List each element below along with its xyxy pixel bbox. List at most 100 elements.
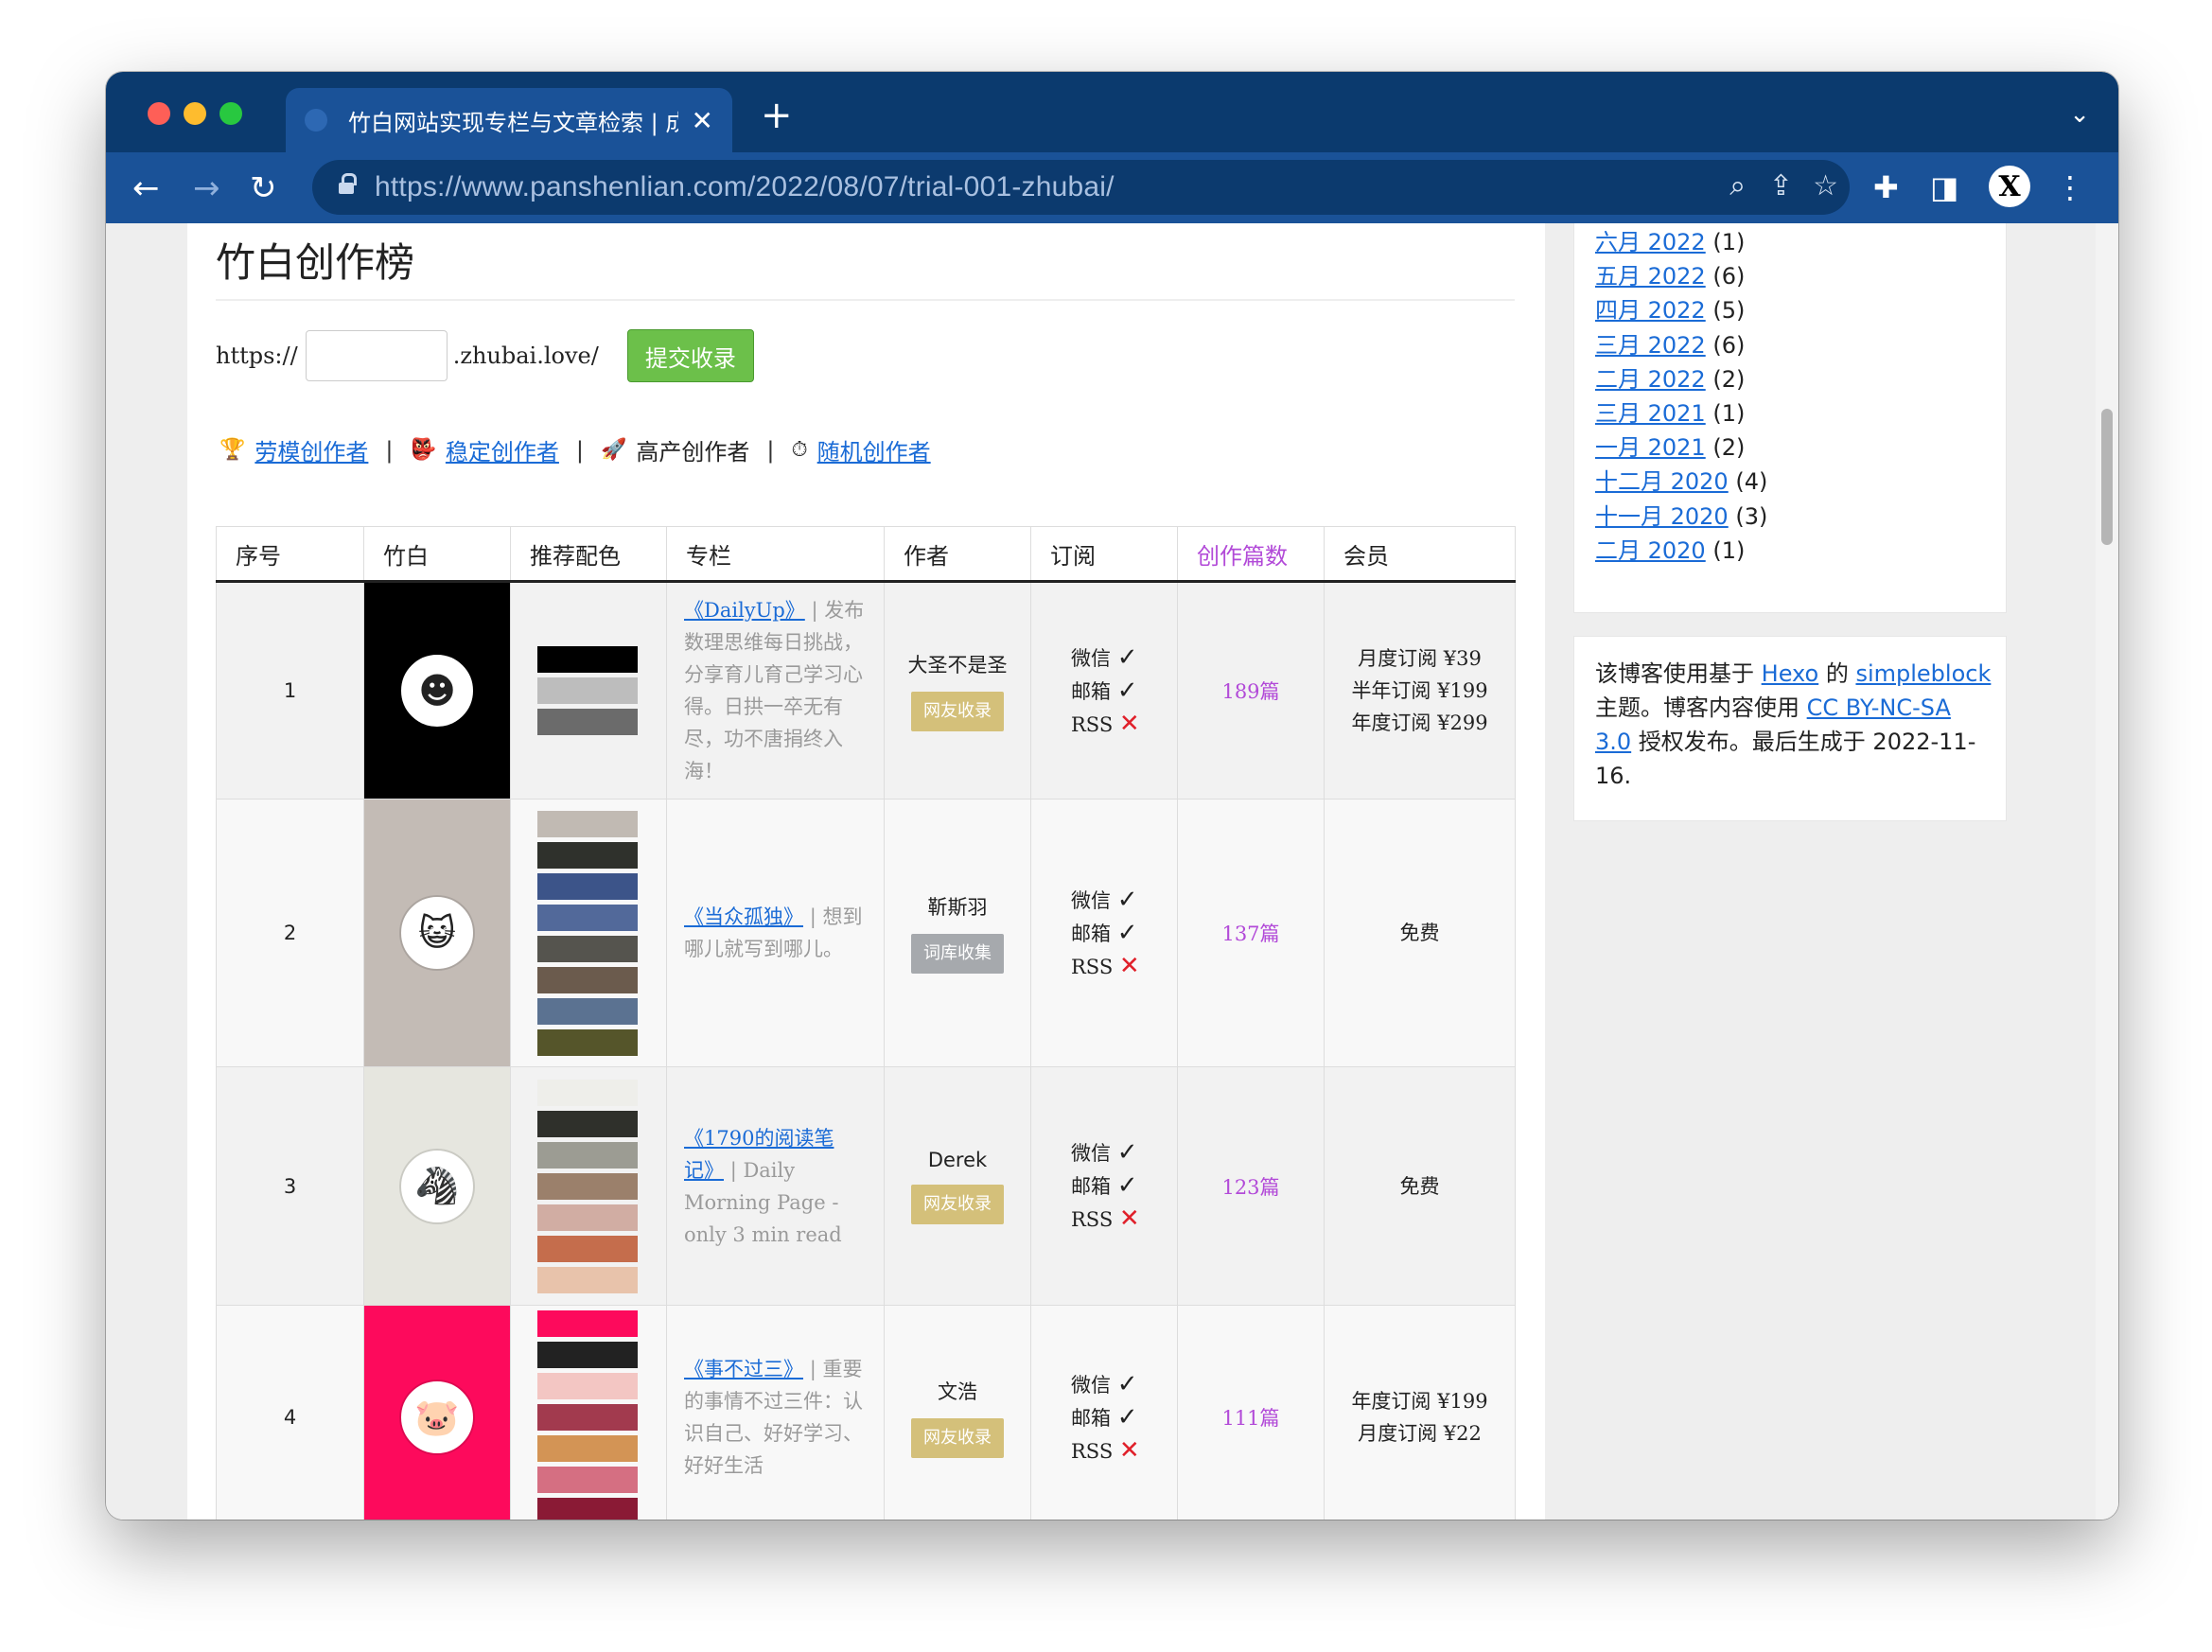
archive-link[interactable]: 四月 2022 bbox=[1595, 297, 1706, 324]
header-index[interactable]: 序号 bbox=[216, 526, 364, 583]
membership-cell: 年度订阅 ¥199 月度订阅 ¥22 bbox=[1324, 1305, 1516, 1520]
address-bar[interactable]: https://www.panshenlian.com/2022/08/07/t… bbox=[312, 160, 1850, 215]
header-subscribe[interactable]: 订阅 bbox=[1030, 526, 1178, 583]
submit-button[interactable]: 提交收录 bbox=[626, 329, 754, 382]
check-icon: ✓ bbox=[1116, 885, 1138, 914]
hexo-link[interactable]: Hexo bbox=[1762, 660, 1819, 687]
header-post-count[interactable]: 创作篇数 bbox=[1177, 526, 1325, 583]
stopwatch-icon: ⏱ bbox=[791, 438, 808, 462]
check-icon: ✓ bbox=[1116, 1138, 1138, 1167]
rss-label: RSS bbox=[1071, 1439, 1114, 1463]
archive-link[interactable]: 三月 2021 bbox=[1595, 400, 1706, 427]
archive-link[interactable]: 一月 2021 bbox=[1595, 434, 1706, 461]
side-panel-icon[interactable]: ◨ bbox=[1930, 169, 1958, 205]
category-model-link[interactable]: 劳模创作者 bbox=[255, 433, 368, 466]
scrollbar-thumb[interactable] bbox=[2101, 409, 2113, 545]
color-swatch bbox=[537, 1310, 638, 1337]
rss-label: RSS bbox=[1071, 1208, 1114, 1231]
creator-table: 序号 竹白 推荐配色 专栏 作者 订阅 创作篇数 会员 1 ☻ 《DailyUp… bbox=[216, 526, 1516, 1520]
archive-link[interactable]: 六月 2022 bbox=[1595, 229, 1706, 255]
category-random-link[interactable]: 随机创作者 bbox=[817, 433, 931, 466]
reload-icon[interactable]: ↻ bbox=[250, 169, 277, 207]
author-name: 大圣不是圣 bbox=[907, 654, 1008, 677]
tab-active[interactable]: 竹白网站实现专栏与文章检索 | 成 ✕ bbox=[286, 88, 732, 152]
scrollbar[interactable] bbox=[2096, 223, 2118, 1520]
zoom-magnifier-icon[interactable]: ⌕ bbox=[1729, 169, 1746, 202]
profile-avatar[interactable]: X bbox=[1989, 166, 2030, 207]
palette-cell bbox=[510, 1066, 667, 1306]
zhubai-cover[interactable]: 😺 bbox=[363, 799, 511, 1067]
column-title-link[interactable]: 《DailyUp》 bbox=[684, 599, 805, 622]
header-author[interactable]: 作者 bbox=[884, 526, 1031, 583]
category-stable-link[interactable]: 稳定创作者 bbox=[446, 433, 559, 466]
archive-link[interactable]: 五月 2022 bbox=[1595, 263, 1706, 290]
mail-label: 邮箱 bbox=[1071, 922, 1111, 945]
mail-label: 邮箱 bbox=[1071, 679, 1111, 703]
archive-count: (6) bbox=[1712, 331, 1746, 359]
forward-arrow-icon[interactable]: → bbox=[193, 169, 220, 207]
zoom-window-button[interactable] bbox=[219, 102, 242, 125]
archive-link[interactable]: 二月 2020 bbox=[1595, 537, 1706, 564]
archive-link[interactable]: 十一月 2020 bbox=[1595, 503, 1729, 530]
archive-count: (1) bbox=[1712, 536, 1746, 564]
color-swatch bbox=[537, 677, 638, 704]
zhubai-cover[interactable]: ☻ bbox=[363, 581, 511, 800]
bookmark-star-icon[interactable]: ☆ bbox=[1813, 169, 1838, 202]
tab-close-icon[interactable]: ✕ bbox=[692, 105, 713, 136]
table-header-row: 序号 竹白 推荐配色 专栏 作者 订阅 创作篇数 会员 bbox=[216, 526, 1516, 583]
lock-icon[interactable] bbox=[339, 173, 357, 196]
new-tab-button[interactable]: + bbox=[761, 97, 793, 134]
archive-item: 二月 2020 (1) bbox=[1595, 534, 1767, 568]
archive-link[interactable]: 二月 2022 bbox=[1595, 366, 1706, 393]
header-zhubai[interactable]: 竹白 bbox=[363, 526, 511, 583]
zebra-icon[interactable]: 🦓 bbox=[401, 1150, 473, 1222]
color-swatch bbox=[537, 810, 638, 837]
header-column[interactable]: 专栏 bbox=[666, 526, 885, 583]
post-count: 111篇 bbox=[1177, 1305, 1325, 1520]
back-arrow-icon[interactable]: ← bbox=[132, 169, 160, 207]
author-name: Derek bbox=[927, 1148, 988, 1171]
color-swatch bbox=[537, 1373, 638, 1399]
header-palette[interactable]: 推荐配色 bbox=[510, 526, 667, 583]
cat-icon[interactable]: 😺 bbox=[401, 897, 473, 969]
column-title-link[interactable]: 《事不过三》 bbox=[684, 1358, 803, 1380]
color-swatch bbox=[537, 1342, 638, 1368]
tab-search-chevron-icon[interactable]: ⌄ bbox=[2069, 100, 2090, 129]
row-index: 1 bbox=[216, 581, 364, 800]
subdomain-input[interactable] bbox=[305, 330, 448, 381]
cross-icon: ✕ bbox=[1118, 1204, 1140, 1233]
minimize-window-button[interactable] bbox=[184, 102, 206, 125]
archive-count: (6) bbox=[1712, 263, 1746, 290]
header-membership[interactable]: 会员 bbox=[1324, 526, 1516, 583]
close-window-button[interactable] bbox=[148, 102, 170, 125]
archive-link[interactable]: 十二月 2020 bbox=[1595, 468, 1729, 495]
trophy-icon: 🏆 bbox=[219, 438, 246, 462]
membership-price: 免费 bbox=[1399, 1174, 1440, 1198]
archive-count: (2) bbox=[1712, 434, 1746, 462]
pig-icon[interactable]: 🐷 bbox=[401, 1381, 473, 1453]
column-title-link[interactable]: 《当众孤独》 bbox=[684, 905, 803, 928]
mail-label: 邮箱 bbox=[1071, 1406, 1111, 1430]
archive-link[interactable]: 三月 2022 bbox=[1595, 332, 1706, 359]
extensions-puzzle-icon[interactable]: ✚ bbox=[1873, 169, 1899, 205]
color-swatch bbox=[537, 872, 638, 900]
kebab-menu-icon[interactable]: ⋮ bbox=[2055, 169, 2085, 205]
archive-item: 四月 2022 (5) bbox=[1595, 293, 1767, 327]
row-index: 4 bbox=[216, 1305, 364, 1520]
zhubai-cover[interactable]: 🦓 bbox=[363, 1066, 511, 1306]
wechat-label: 微信 bbox=[1071, 646, 1111, 670]
color-swatch bbox=[537, 709, 638, 735]
color-swatch bbox=[537, 904, 638, 931]
theme-link[interactable]: simpleblock bbox=[1855, 660, 1991, 687]
color-swatch bbox=[537, 997, 638, 1025]
zhubai-cover[interactable]: 🐷 bbox=[363, 1305, 511, 1520]
separator: | bbox=[385, 436, 394, 464]
page-viewport: 竹白创作榜 https:// .zhubai.love/ 提交收录 🏆 劳模创作… bbox=[106, 223, 2118, 1520]
bearded-man-icon[interactable]: ☻ bbox=[401, 655, 473, 727]
color-swatch bbox=[537, 1204, 638, 1231]
color-swatch bbox=[537, 841, 638, 869]
share-icon[interactable]: ⇪ bbox=[1769, 169, 1793, 202]
membership-cell: 免费 bbox=[1324, 799, 1516, 1067]
palette-cell bbox=[510, 581, 667, 800]
color-swatch bbox=[537, 1172, 638, 1200]
